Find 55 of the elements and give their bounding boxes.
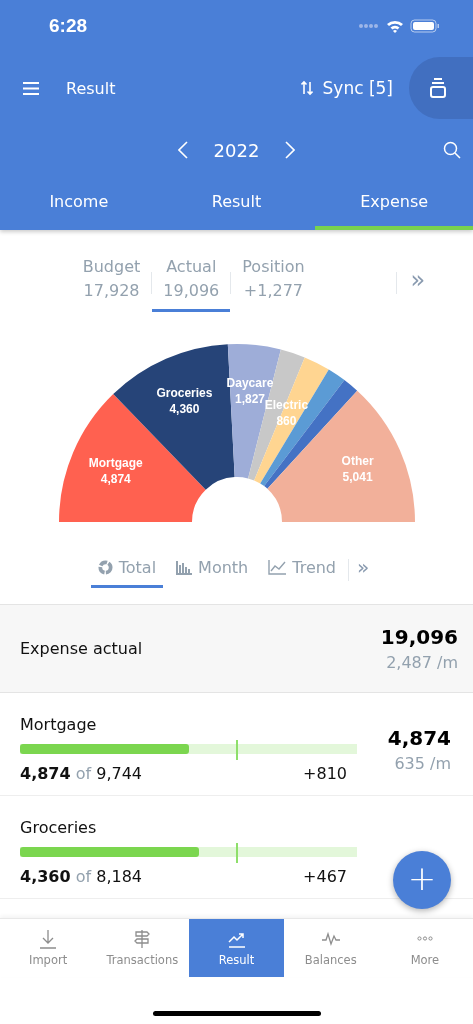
tab[interactable]: Result <box>157 176 316 230</box>
more-button[interactable]: » <box>349 555 378 585</box>
sync-button[interactable]: Sync [5] <box>300 78 393 98</box>
more-button[interactable]: » <box>396 266 440 300</box>
search-icon[interactable] <box>443 141 461 159</box>
total-per-month: 2,487 /m <box>386 653 458 672</box>
donut-icon <box>97 560 113 575</box>
previous-icon[interactable] <box>177 141 188 159</box>
add-button[interactable]: + <box>393 851 451 909</box>
nav-item[interactable]: Balances <box>283 919 378 977</box>
tab[interactable]: Expense <box>315 176 473 230</box>
menu-icon[interactable] <box>23 81 39 95</box>
slice-label: Other <box>341 453 374 468</box>
category-per-month: 635 /m <box>394 753 451 773</box>
slice-value: 5,041 <box>342 469 373 484</box>
nav-item[interactable]: Result <box>189 919 284 977</box>
header-title: Result <box>66 78 116 98</box>
slice-value: 1,827 <box>234 391 265 406</box>
slice-label: Groceries <box>156 386 213 401</box>
stack-button[interactable] <box>409 57 473 119</box>
slice-label: Mortgage <box>88 455 143 470</box>
nav-item[interactable]: Import <box>1 919 96 977</box>
battery-icon <box>410 19 440 33</box>
signal-icon <box>358 23 380 29</box>
sync-icon <box>300 80 313 96</box>
total-label: Expense actual <box>20 639 143 658</box>
actual-of-budget: 4,360 of 8,184 <box>20 867 142 886</box>
slice-value: 4,360 <box>169 402 200 417</box>
difference: +467 <box>303 867 347 886</box>
total-value: 19,096 <box>380 625 458 649</box>
download-icon <box>38 929 59 949</box>
more-icon <box>416 936 433 941</box>
category-name: Groceries <box>20 818 98 837</box>
summary-tab[interactable]: Actual 19,096 <box>152 254 231 312</box>
nav-item[interactable]: More <box>377 919 472 977</box>
slice-value: 860 <box>276 413 297 428</box>
year-label: 2022 <box>213 139 260 161</box>
wifi-icon <box>386 19 404 33</box>
status-time: 6:28 <box>49 15 88 37</box>
tab[interactable]: Income <box>0 176 158 230</box>
difference: +810 <box>303 764 347 783</box>
nav-item[interactable]: Transactions <box>95 919 190 977</box>
chart-tab[interactable]: Month <box>169 552 256 588</box>
bar-chart-icon <box>176 560 193 575</box>
chart-tab[interactable]: Trend <box>261 552 344 588</box>
slice-value: 4,874 <box>100 471 131 486</box>
chart-tab[interactable]: Total <box>90 552 164 588</box>
actual-of-budget: 4,874 of 9,744 <box>20 764 142 783</box>
stack-icon <box>429 78 447 98</box>
next-icon[interactable] <box>285 141 296 159</box>
summary-tab[interactable]: Position +1,277 <box>231 254 316 312</box>
category-name: Mortgage <box>20 715 98 734</box>
category-value: 4,874 <box>387 725 451 750</box>
line-chart-icon <box>268 560 287 575</box>
summary-tab[interactable]: Budget 17,928 <box>71 254 152 312</box>
